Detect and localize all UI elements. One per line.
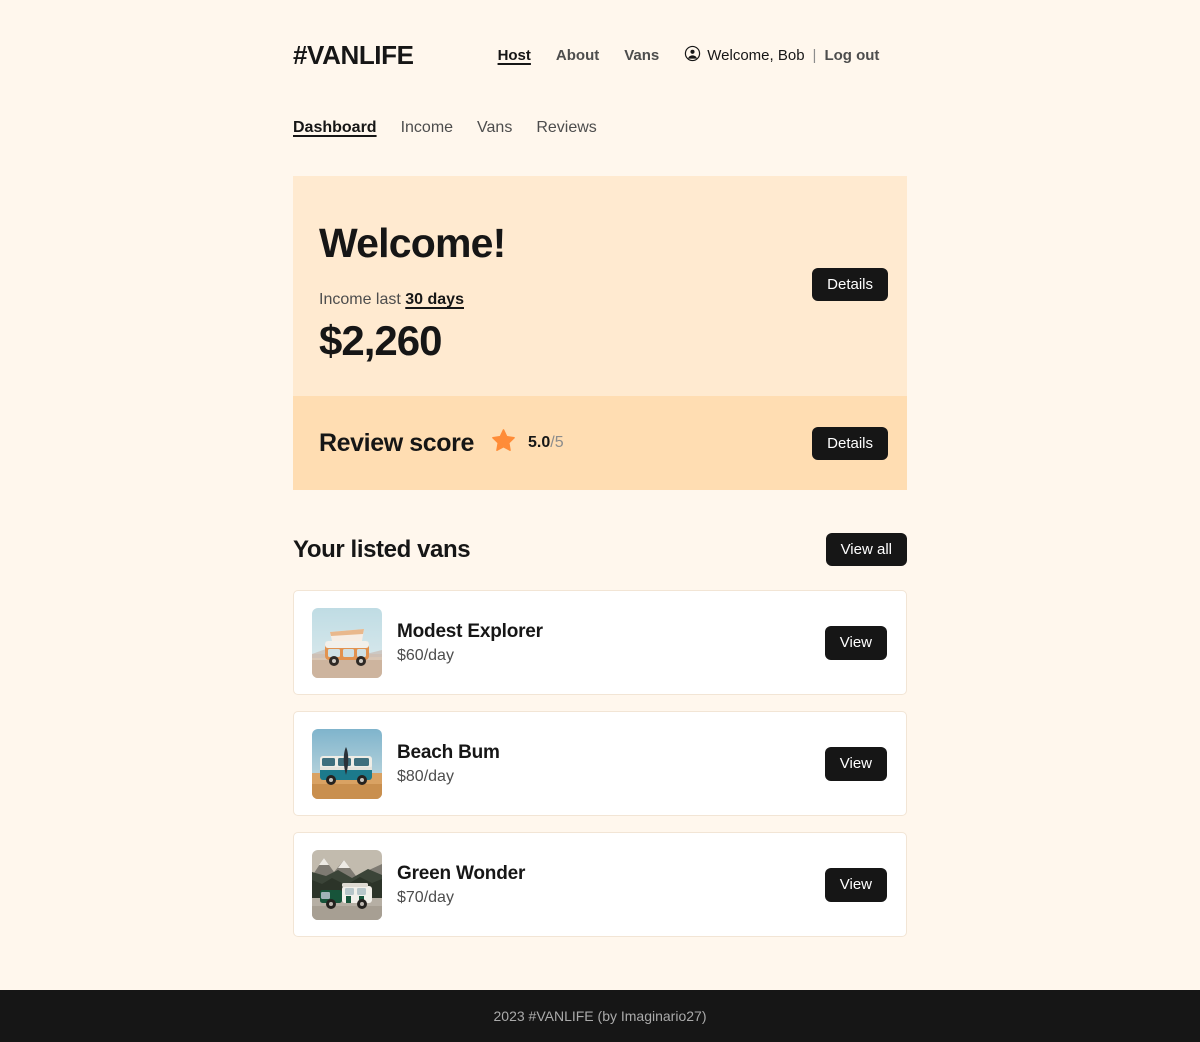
van-name: Green Wonder bbox=[397, 862, 526, 884]
listed-vans-section: Your listed vans View all Modest Explore… bbox=[293, 533, 907, 938]
income-label-prefix: Income last bbox=[319, 291, 406, 308]
view-van-button[interactable]: View bbox=[824, 868, 887, 902]
listed-vans-header: Your listed vans View all bbox=[293, 533, 907, 567]
income-period-link[interactable]: 30 days bbox=[405, 291, 464, 308]
host-nav-income[interactable]: Income bbox=[401, 119, 453, 137]
nav-item-about[interactable]: About bbox=[556, 47, 599, 64]
income-details-button[interactable]: Details bbox=[812, 268, 888, 302]
van-list-item[interactable]: Green Wonder $70/day View bbox=[293, 832, 907, 938]
van-thumbnail-orange-van-desert bbox=[312, 607, 382, 678]
page-root: #VANLIFE Host About Vans Welcome, Bob | bbox=[0, 0, 1200, 1042]
star-icon bbox=[491, 428, 516, 458]
host-nav-reviews[interactable]: Reviews bbox=[536, 119, 596, 137]
nav-item-host[interactable]: Host bbox=[498, 47, 531, 64]
review-score-title: Review score bbox=[319, 428, 475, 457]
site-footer: 2023 #VANLIFE (by Imaginario27) bbox=[0, 990, 1200, 1042]
review-score-max: /5 bbox=[550, 434, 564, 452]
host-nav-vans[interactable]: Vans bbox=[477, 119, 512, 137]
van-list-item[interactable]: Beach Bum $80/day View bbox=[293, 711, 907, 817]
view-van-button[interactable]: View bbox=[824, 626, 887, 660]
review-details-button[interactable]: Details bbox=[812, 426, 888, 460]
van-info: Green Wonder $70/day bbox=[397, 863, 525, 907]
van-name: Modest Explorer bbox=[397, 620, 543, 642]
nav-item-vans[interactable]: Vans bbox=[624, 47, 659, 64]
header-divider: | bbox=[812, 46, 817, 64]
site-header: #VANLIFE Host About Vans Welcome, Bob | bbox=[293, 33, 907, 77]
income-block: Welcome! Income last 30 days $2,260 Deta… bbox=[293, 176, 907, 397]
van-list-item[interactable]: Modest Explorer $60/day View bbox=[293, 590, 907, 696]
review-score-value: 5.0 bbox=[528, 434, 551, 452]
van-thumbnail-green-van-mountains bbox=[312, 849, 382, 920]
van-info: Modest Explorer $60/day bbox=[397, 621, 543, 665]
brand-logo[interactable]: #VANLIFE bbox=[293, 40, 414, 71]
income-subtitle: Income last 30 days bbox=[319, 291, 881, 309]
income-amount: $2,260 bbox=[319, 317, 442, 364]
van-price: $80/day bbox=[397, 767, 454, 785]
van-price: $70/day bbox=[397, 888, 454, 906]
main-nav: Host About Vans Welcome, Bob | Log out bbox=[498, 45, 879, 66]
user-area: Welcome, Bob | Log out bbox=[684, 45, 879, 66]
dashboard-panel: Welcome! Income last 30 days $2,260 Deta… bbox=[293, 176, 907, 491]
view-van-button[interactable]: View bbox=[824, 747, 887, 781]
account-circle-icon bbox=[684, 45, 701, 66]
review-block: Review score 5.0 /5 Details bbox=[293, 396, 907, 491]
view-all-vans-button[interactable]: View all bbox=[825, 533, 907, 567]
listed-vans-title: Your listed vans bbox=[293, 535, 471, 563]
van-thumbnail-teal-van-beach bbox=[312, 728, 382, 799]
welcome-label: Welcome, Bob bbox=[707, 46, 805, 64]
host-nav-dashboard[interactable]: Dashboard bbox=[293, 119, 377, 137]
van-info: Beach Bum $80/day bbox=[397, 742, 500, 786]
logout-link[interactable]: Log out bbox=[824, 47, 879, 64]
van-list: Modest Explorer $60/day View Beach Bum $… bbox=[293, 590, 907, 938]
footer-text: 2023 #VANLIFE (by Imaginario27) bbox=[493, 1008, 707, 1024]
page-content: #VANLIFE Host About Vans Welcome, Bob | bbox=[293, 0, 907, 990]
van-price: $60/day bbox=[397, 646, 454, 664]
host-nav: Dashboard Income Vans Reviews bbox=[293, 119, 907, 137]
page-title: Welcome! bbox=[319, 220, 506, 266]
van-name: Beach Bum bbox=[397, 741, 500, 763]
